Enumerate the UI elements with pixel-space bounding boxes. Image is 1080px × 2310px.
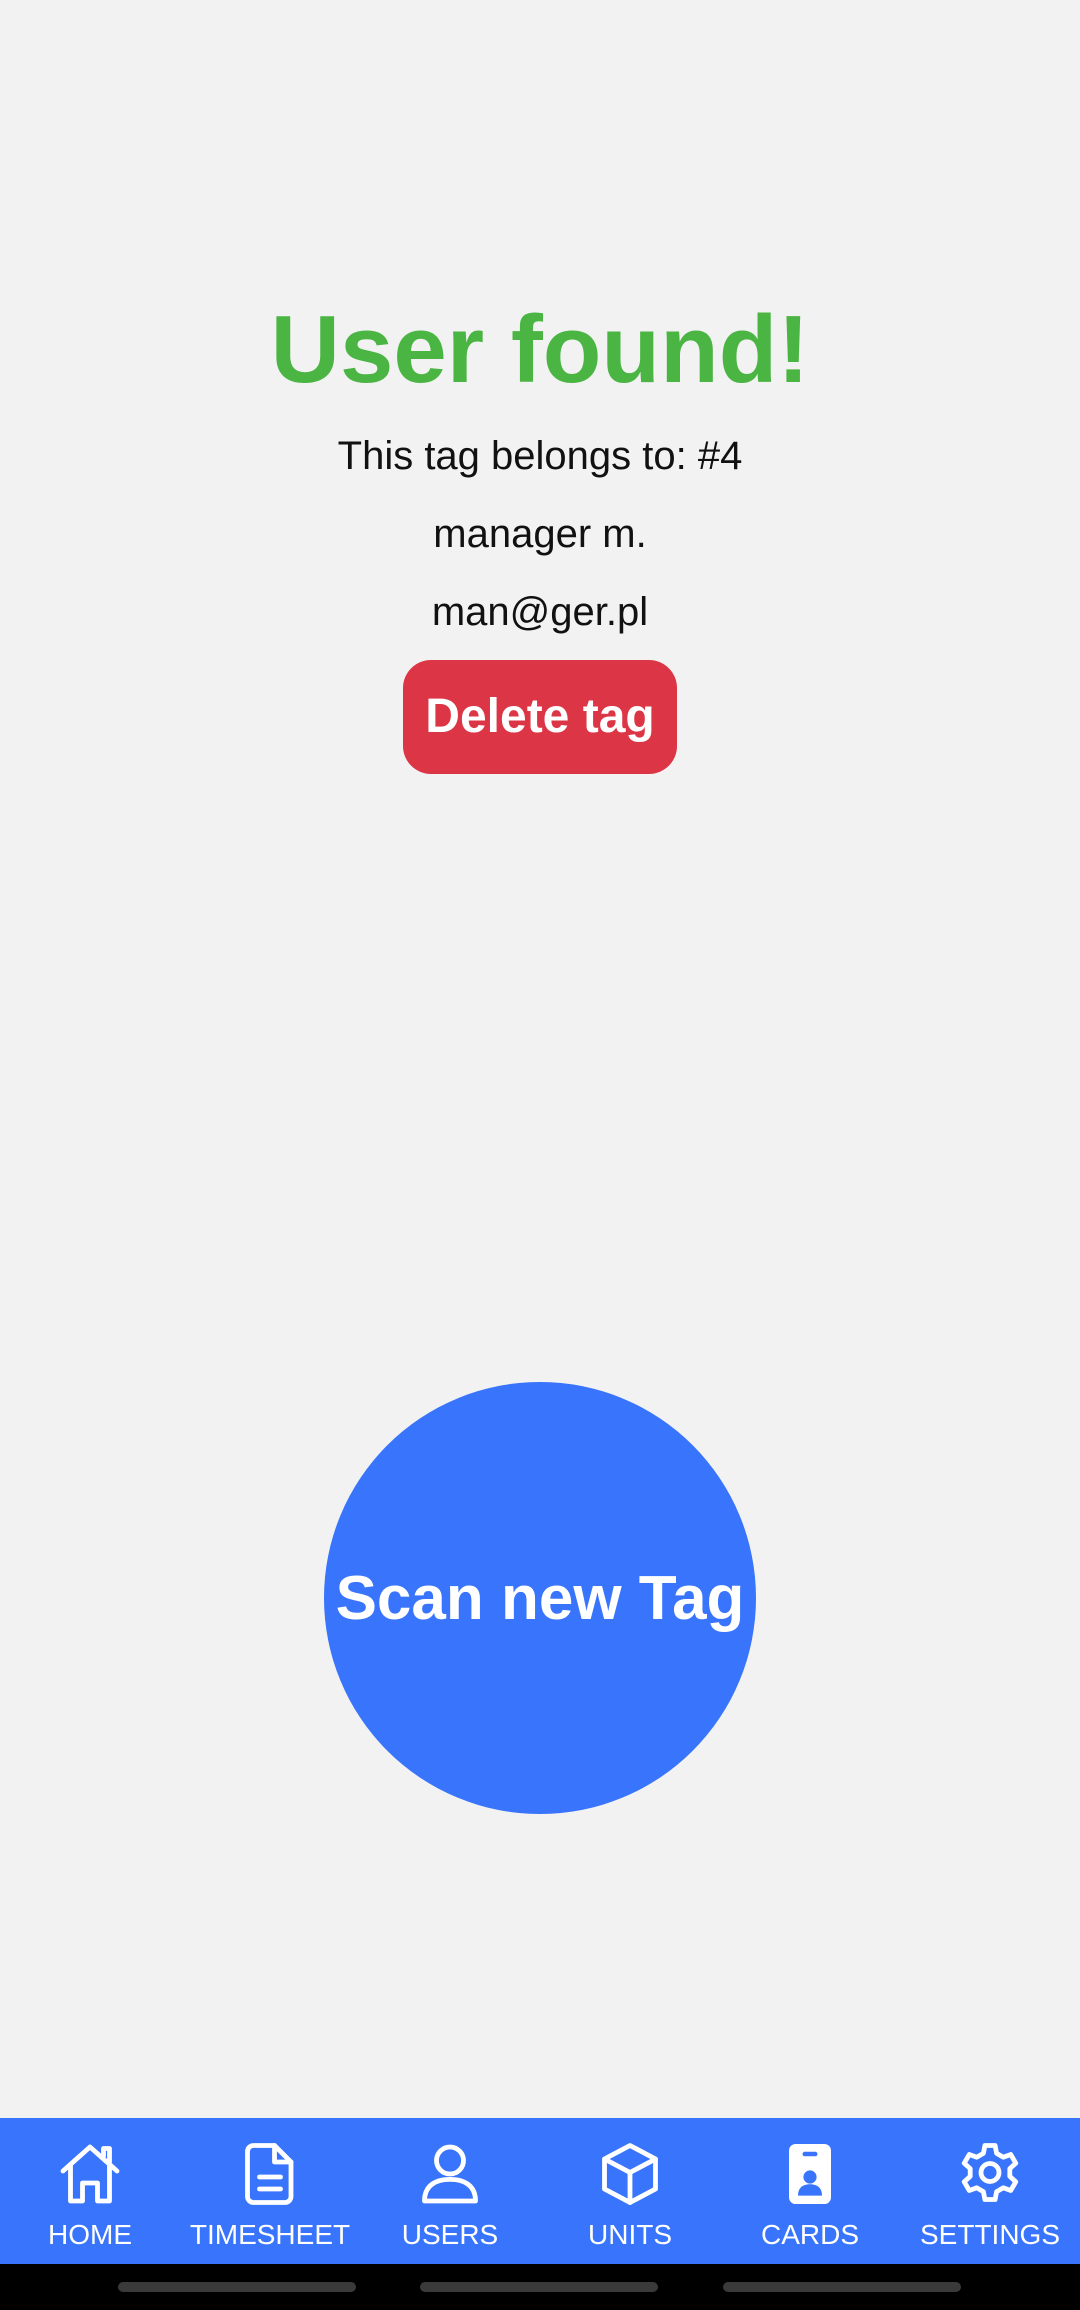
document-icon (245, 2143, 294, 2205)
tag-owner-text: This tag belongs to: #4 (337, 434, 743, 478)
tab-units[interactable]: UNITS (540, 2118, 720, 2264)
tab-cards[interactable]: CARDS (720, 2118, 900, 2264)
system-navigation-bar (0, 2264, 1080, 2310)
scan-new-tag-label: Scan new Tag (335, 1563, 745, 1633)
tab-units-label: UNITS (588, 2219, 672, 2250)
tab-home-label: HOME (48, 2219, 132, 2250)
user-email: man@ger.pl (431, 590, 649, 634)
user-name: manager m. (433, 512, 647, 556)
result-title: User found! (270, 296, 810, 403)
gear-icon (961, 2143, 1019, 2202)
cube-icon (602, 2143, 658, 2205)
tab-users[interactable]: USERS (360, 2118, 540, 2264)
user-icon (422, 2144, 478, 2204)
system-nav-handle[interactable] (723, 2282, 961, 2292)
tab-timesheet[interactable]: TIMESHEET (180, 2118, 360, 2264)
delete-tag-button[interactable]: Delete tag (403, 660, 677, 774)
tab-users-label: USERS (401, 2219, 499, 2250)
home-icon (60, 2144, 120, 2204)
tab-settings[interactable]: SETTINGS (900, 2118, 1080, 2264)
scan-new-tag-button[interactable]: Scan new Tag (324, 1382, 756, 1814)
tab-timesheet-label: TIMESHEET (189, 2219, 351, 2250)
bottom-tab-bar: HOME TIMESHEET USERS UNITS CARDS SETTING… (0, 2118, 1080, 2264)
system-nav-handle[interactable] (420, 2282, 658, 2292)
badge-card-icon (789, 2144, 831, 2204)
cards-screen: User found! This tag belongs to: #4 mana… (0, 0, 1080, 2310)
tab-settings-label: SETTINGS (919, 2219, 1060, 2250)
tab-home[interactable]: HOME (0, 2118, 180, 2264)
tag-result-panel: User found! This tag belongs to: #4 mana… (0, 290, 1080, 774)
system-nav-handle[interactable] (118, 2282, 356, 2292)
tab-cards-label: CARDS (760, 2219, 859, 2250)
